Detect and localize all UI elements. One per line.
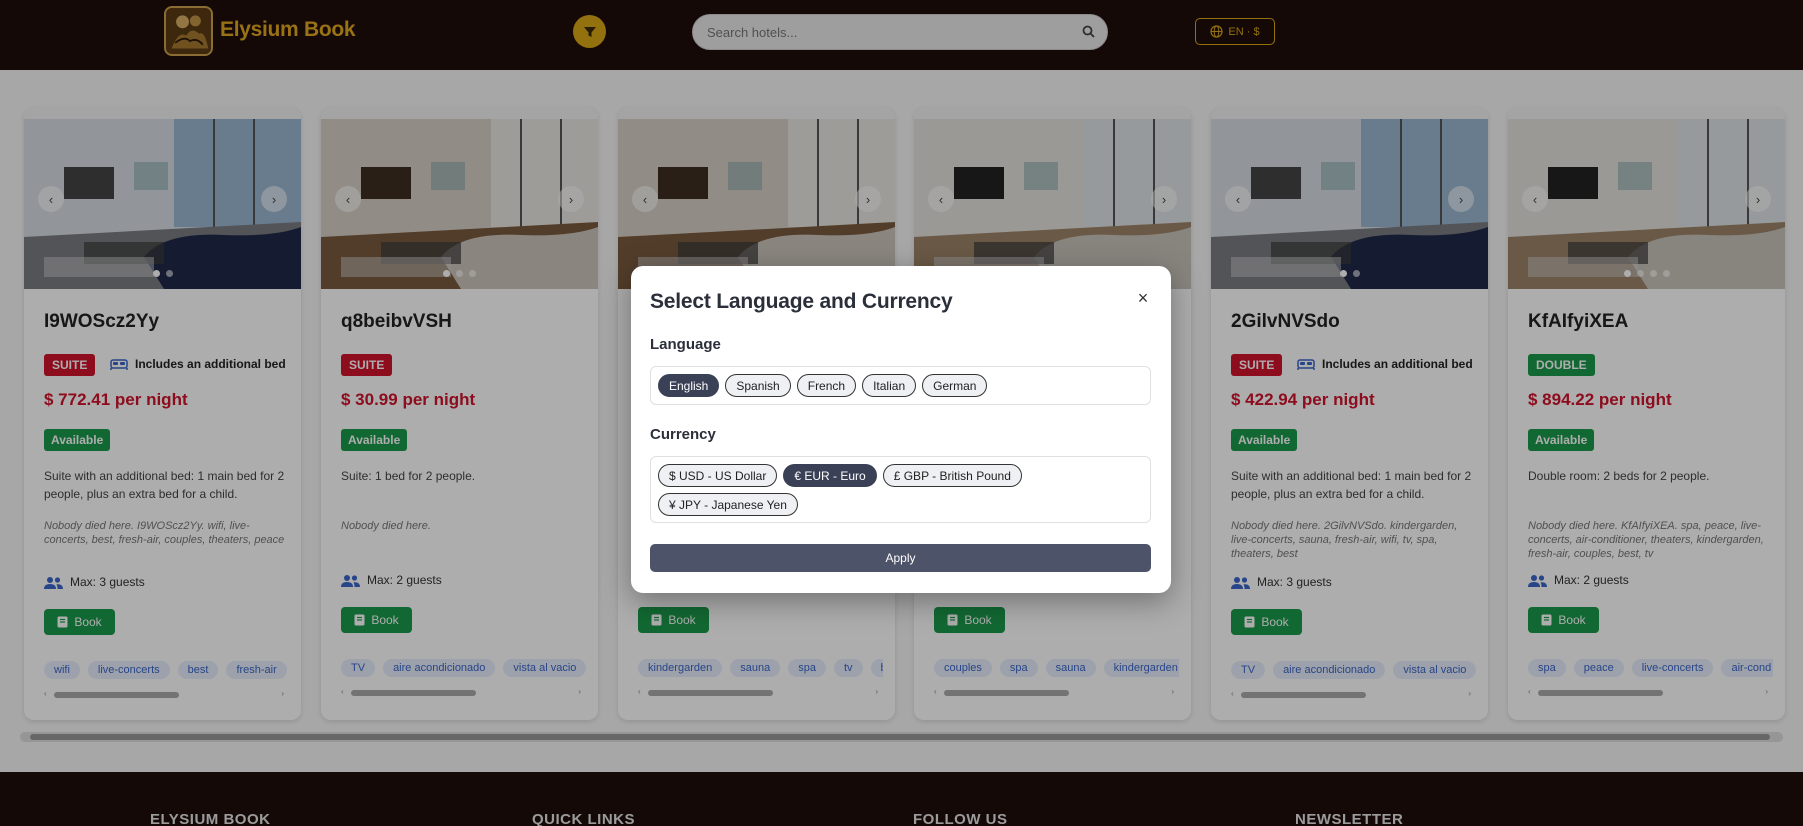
modal-title: Select Language and Currency — [650, 290, 953, 313]
language-option[interactable]: Italian — [862, 374, 917, 397]
currency-option[interactable]: $ USD - US Dollar — [658, 464, 778, 487]
currency-option[interactable]: £ GBP - British Pound — [882, 464, 1022, 487]
language-option[interactable]: English — [658, 374, 720, 397]
currency-label: Currency — [650, 426, 716, 443]
close-icon[interactable]: × — [1134, 288, 1152, 308]
currency-options: $ USD - US Dollar € EUR - Euro £ GBP - Bri… — [650, 456, 1151, 523]
apply-button[interactable]: Apply — [650, 544, 1151, 572]
language-option[interactable]: Spanish — [725, 374, 791, 397]
currency-option[interactable]: ¥ JPY - Japanese Yen — [658, 493, 798, 516]
language-label: Language — [650, 336, 721, 353]
language-options: English Spanish French Italian German — [650, 366, 1151, 405]
language-option[interactable]: German — [922, 374, 988, 397]
language-option[interactable]: French — [796, 374, 857, 397]
currency-option[interactable]: € EUR - Euro — [783, 464, 877, 487]
language-currency-modal: Select Language and Currency × Language … — [631, 266, 1171, 593]
